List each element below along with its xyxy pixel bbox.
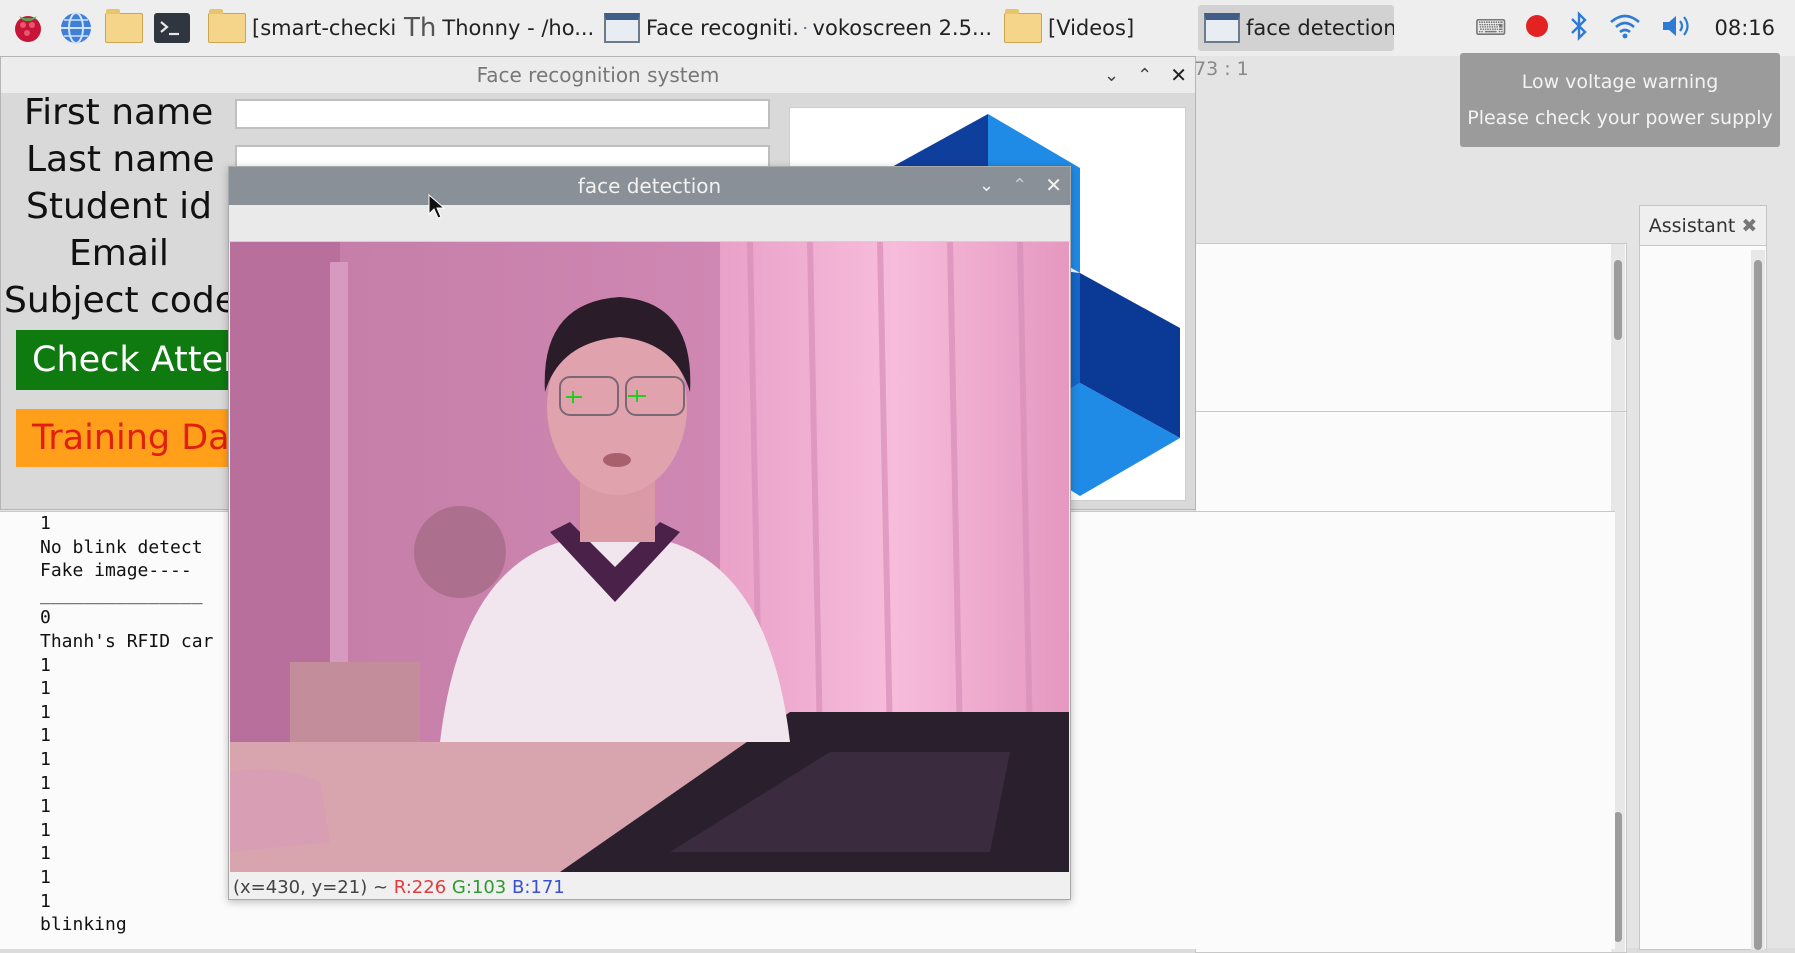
task-vokoscreen[interactable]: vokoscreen 2.5... — [798, 5, 998, 51]
thonny-icon: Th — [404, 13, 436, 43]
file-manager-icon[interactable] — [104, 8, 144, 48]
pixel-b: B:171 — [512, 877, 565, 898]
vokoscreen-icon — [804, 11, 807, 45]
close-icon[interactable]: ✕ — [1170, 63, 1187, 87]
task-thonny[interactable]: Th Thonny - /ho... — [398, 5, 598, 51]
task-face-detection[interactable]: face detection — [1198, 5, 1394, 51]
subject-code-label: Subject code — [4, 280, 237, 321]
first-name-input[interactable] — [235, 99, 770, 129]
task-videos[interactable]: [Videos] — [998, 5, 1198, 51]
keyboard-icon[interactable]: ⌨ — [1475, 16, 1507, 41]
notification-title: Low voltage warning — [1522, 71, 1719, 93]
tab-assistant[interactable]: Assistant ✖ — [1639, 205, 1767, 246]
email-label: Email — [69, 233, 169, 274]
pixel-g: G:103 — [452, 877, 506, 898]
pixel-info-status: (x=430, y=21) ~ R:226 G:103 B:171 — [233, 877, 565, 898]
close-icon[interactable]: ✖ — [1741, 215, 1757, 237]
window-icon — [604, 13, 640, 43]
folder-icon — [105, 13, 143, 43]
volume-icon[interactable] — [1660, 12, 1696, 44]
folder-icon — [1004, 13, 1042, 43]
close-icon[interactable]: ✕ — [1045, 173, 1062, 197]
task-label: [Videos] — [1048, 16, 1134, 40]
task-label: Thonny - /ho... — [442, 16, 594, 40]
wifi-icon[interactable] — [1608, 12, 1642, 44]
task-label: vokoscreen 2.5... — [813, 16, 992, 40]
clock[interactable]: 08:16 — [1714, 16, 1775, 40]
notification-message: Please check your power supply — [1467, 107, 1772, 129]
record-icon[interactable] — [1524, 13, 1550, 43]
terminal-icon[interactable] — [152, 8, 192, 48]
editor-scrollbar[interactable] — [1611, 244, 1625, 412]
task-label: face detection — [1246, 16, 1394, 40]
task-face-recognition[interactable]: Face recogniti... — [598, 5, 798, 51]
assistant-pane — [1639, 245, 1767, 950]
raspberry-menu-icon[interactable] — [8, 8, 48, 48]
system-tray: ⌨ 08:16 — [1475, 0, 1795, 56]
window-title: face detection — [578, 174, 721, 198]
mouse-cursor-icon — [428, 194, 446, 224]
window-toolbar — [229, 205, 1070, 242]
window-titlebar[interactable]: face detection ⌄ ⌃ ✕ — [229, 167, 1070, 205]
student-id-label: Student id — [26, 186, 212, 227]
task-label: Face recogniti... — [646, 16, 798, 40]
bluetooth-icon[interactable] — [1568, 10, 1590, 46]
assistant-scrollbar[interactable] — [1751, 250, 1765, 950]
window-icon — [1204, 13, 1240, 43]
camera-feed[interactable] — [230, 242, 1069, 872]
window-title: Face recognition system — [477, 63, 720, 87]
minimize-icon[interactable]: ⌄ — [979, 175, 994, 196]
face-detection-window: face detection ⌄ ⌃ ✕ — [228, 166, 1071, 900]
editor-pane[interactable] — [1195, 243, 1627, 415]
browser-globe-icon[interactable] — [56, 8, 96, 48]
task-smart-checkin[interactable]: [smart-checkin... — [202, 5, 398, 51]
task-label: [smart-checkin... — [252, 16, 398, 40]
folder-icon — [208, 13, 246, 43]
pixel-coords: (x=430, y=21) ~ — [233, 877, 388, 898]
taskbar: [smart-checkin... Th Thonny - /ho... Fac… — [0, 0, 1795, 57]
maximize-icon[interactable]: ⌃ — [1137, 65, 1152, 86]
tab-assistant-label: Assistant — [1649, 215, 1736, 237]
first-name-label: First name — [24, 92, 213, 133]
maximize-icon[interactable]: ⌃ — [1012, 175, 1027, 196]
low-voltage-notification[interactable]: Low voltage warning Please check your po… — [1460, 53, 1780, 147]
minimize-icon[interactable]: ⌄ — [1104, 65, 1119, 86]
window-titlebar[interactable]: Face recognition system ⌄ ⌃ ✕ — [1, 57, 1195, 93]
last-name-label: Last name — [26, 139, 215, 180]
pixel-r: R:226 — [394, 877, 446, 898]
shell-output: 1 No blink detect Fake image---- _______… — [40, 512, 213, 937]
cursor-position: 73 : 1 — [1194, 58, 1249, 80]
